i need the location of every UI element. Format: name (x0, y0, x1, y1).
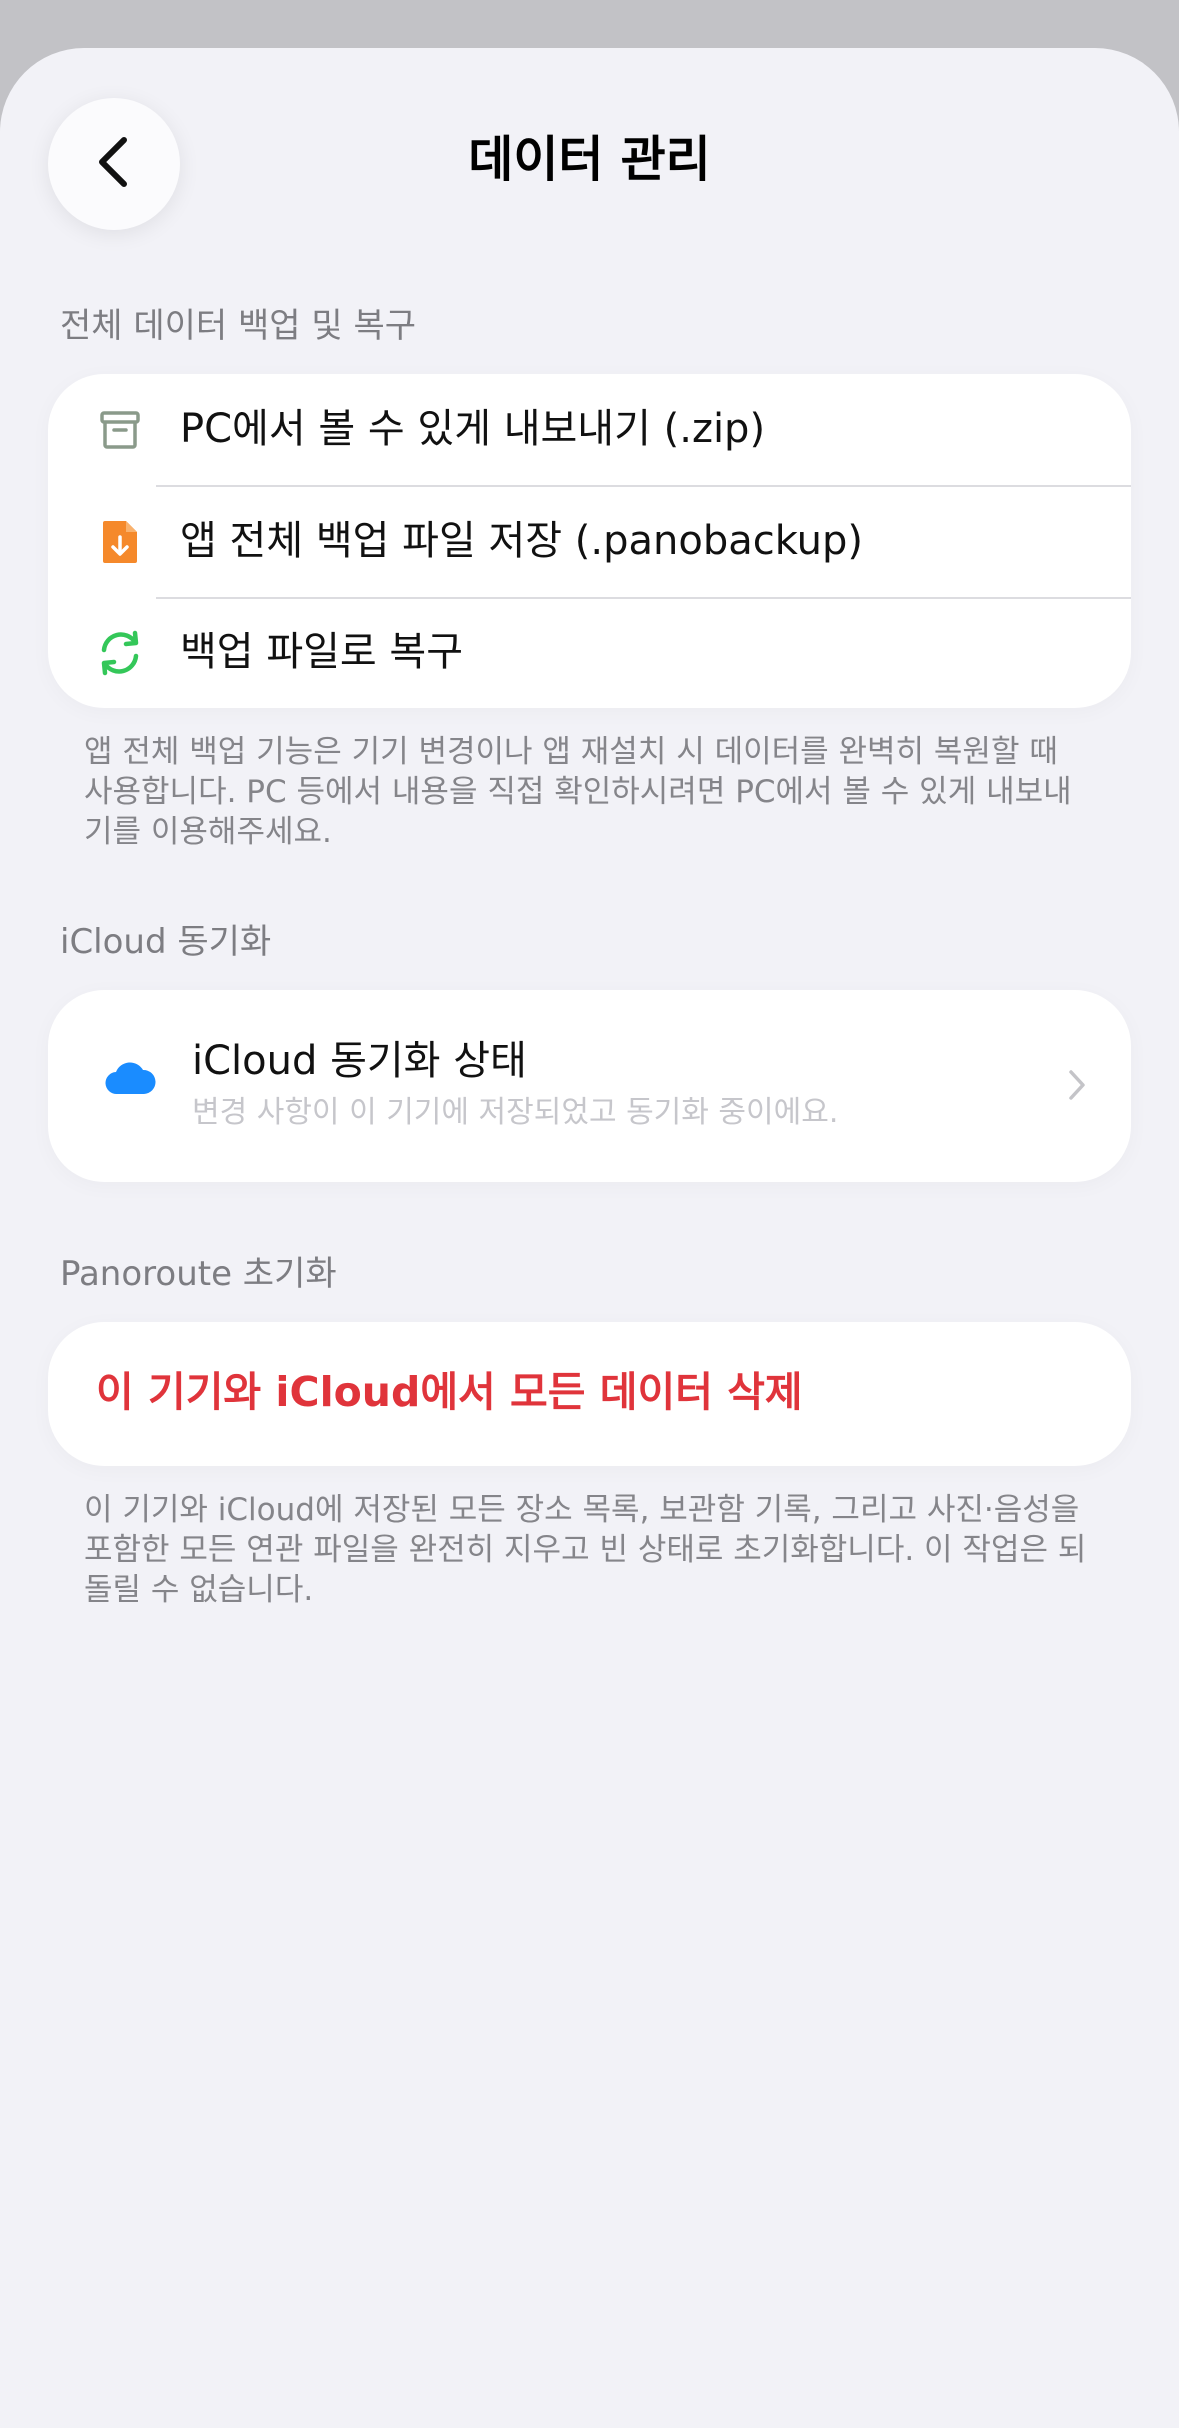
chevron-right-icon (1067, 1068, 1087, 1106)
icloud-section-header: iCloud 동기화 (60, 922, 272, 962)
save-backup-row[interactable]: 앱 전체 백업 파일 저장 (.panobackup) (48, 486, 1131, 597)
icloud-status-subtitle: 변경 사항이 이 기기에 저장되었고 동기화 중이에요. (192, 1095, 839, 1130)
backup-footnote: 앱 전체 백업 기능은 기기 변경이나 앱 재설치 시 데이터를 완벽히 복원할… (84, 734, 1072, 850)
backup-section-header: 전체 데이터 백업 및 복구 (60, 306, 417, 346)
restore-backup-row[interactable]: 백업 파일로 복구 (48, 597, 1131, 708)
delete-all-data-label: 이 기기와 iCloud에서 모든 데이터 삭제 (96, 1368, 803, 1416)
data-management-sheet: 데이터 관리 전체 데이터 백업 및 복구 PC에서 볼 수 있게 내보내기 (… (0, 48, 1179, 2428)
restore-backup-label: 백업 파일로 복구 (180, 629, 464, 675)
export-zip-label: PC에서 볼 수 있게 내보내기 (.zip) (180, 406, 766, 452)
document-download-icon (92, 514, 148, 570)
reset-section-header: Panoroute 초기화 (60, 1254, 337, 1294)
refresh-arrows-icon (92, 625, 148, 681)
page-title: 데이터 관리 (468, 131, 711, 188)
icloud-status-title: iCloud 동기화 상태 (192, 1038, 527, 1084)
archive-box-icon (92, 402, 148, 458)
backup-card: PC에서 볼 수 있게 내보내기 (.zip) 앱 전체 백업 파일 저장 (.… (48, 374, 1131, 708)
reset-footnote: 이 기기와 iCloud에 저장된 모든 장소 목록, 보관함 기록, 그리고 … (84, 1492, 1087, 1608)
delete-all-data-button[interactable]: 이 기기와 iCloud에서 모든 데이터 삭제 (48, 1322, 1131, 1466)
save-backup-label: 앱 전체 백업 파일 저장 (.panobackup) (180, 518, 863, 564)
export-zip-row[interactable]: PC에서 볼 수 있게 내보내기 (.zip) (48, 374, 1131, 485)
icloud-status-card[interactable]: iCloud 동기화 상태 변경 사항이 이 기기에 저장되었고 동기화 중이에… (48, 990, 1131, 1182)
cloud-icon (104, 1060, 156, 1100)
